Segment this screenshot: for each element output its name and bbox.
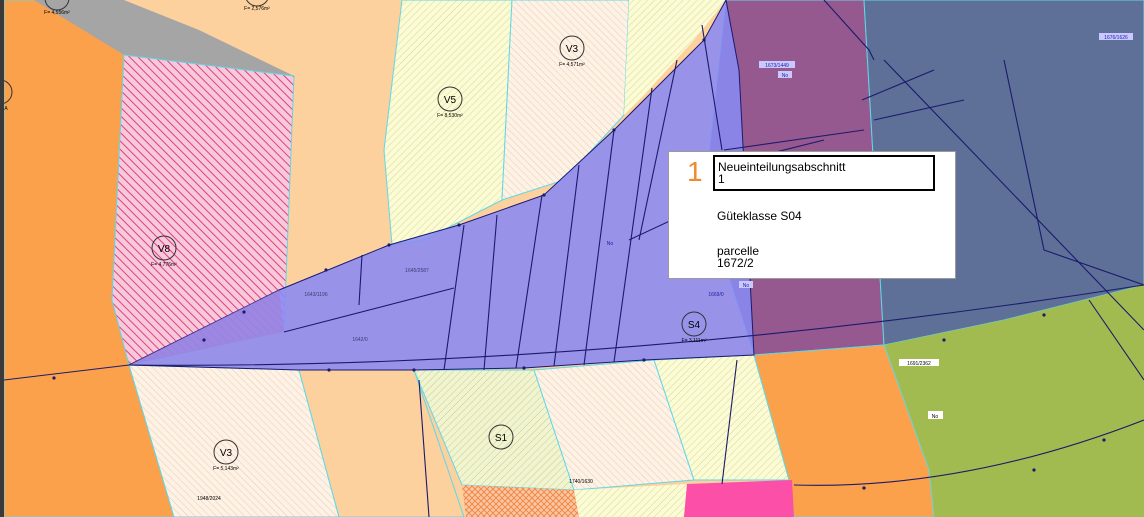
map-canvas[interactable]: V3 F= 4,571m² V5 F= 8,530m² V8 F= 4,776m… <box>4 0 1144 517</box>
parcel-number-1740: 1740/1630 <box>569 479 593 485</box>
parcel-number-1643: 1643/1196 <box>304 292 327 298</box>
svg-text:F= 4,776m²: F= 4,776m² <box>151 262 177 268</box>
parcel-number-1676: 1676/1626 <box>1104 35 1128 41</box>
svg-text:V5: V5 <box>444 95 457 106</box>
no-tag: No <box>782 73 789 79</box>
parcel-number-1948: 1948/2024 <box>197 496 221 502</box>
svg-text:F= 3,111m²: F= 3,111m² <box>682 338 707 344</box>
popup-title-value: 1 <box>718 172 725 186</box>
area-label-top-left: F= 4,556m² <box>44 10 70 16</box>
parcel-number-1645: 1645/2587 <box>405 268 429 274</box>
parcel-number-1673: 1673/1449 <box>765 63 789 69</box>
popup-title: Neueinteilungsabschnitt <box>718 160 846 174</box>
parcel-number-1642: 1642/0 <box>352 337 368 343</box>
no-tag: No <box>607 241 614 247</box>
parcel-value: 1672/2 <box>717 256 754 270</box>
info-popup[interactable]: 1 Neueinteilungsabschnitt 1 Güteklasse S… <box>668 151 956 279</box>
popup-title-box: Neueinteilungsabschnitt 1 <box>713 155 935 191</box>
parcel-number-1669: 1669/0 <box>708 292 724 298</box>
svg-text:F= 4,571m²: F= 4,571m² <box>559 62 585 68</box>
svg-text:F= 8,530m²: F= 8,530m² <box>437 113 463 119</box>
section-number: 1 <box>687 156 703 187</box>
svg-text:V8: V8 <box>158 244 171 255</box>
parcel-magenta[interactable] <box>684 480 794 517</box>
svg-text:S4: S4 <box>688 320 701 331</box>
no-tag: No <box>932 414 939 420</box>
area-label-top-mid: F= 2,576m² <box>244 6 270 12</box>
svg-text:V3: V3 <box>566 44 579 55</box>
svg-text:V3: V3 <box>220 448 233 459</box>
svg-text:S1: S1 <box>495 433 508 444</box>
quality-class: Güteklasse S04 <box>717 209 802 223</box>
parcel-crosshatch[interactable] <box>462 485 579 517</box>
parcel-number-1691: 1691/2362 <box>907 361 931 367</box>
map-viewport[interactable]: V3 F= 4,571m² V5 F= 8,530m² V8 F= 4,776m… <box>0 0 1144 517</box>
no-tag: No <box>743 283 750 289</box>
svg-text:F= 5,143m²: F= 5,143m² <box>213 466 239 472</box>
